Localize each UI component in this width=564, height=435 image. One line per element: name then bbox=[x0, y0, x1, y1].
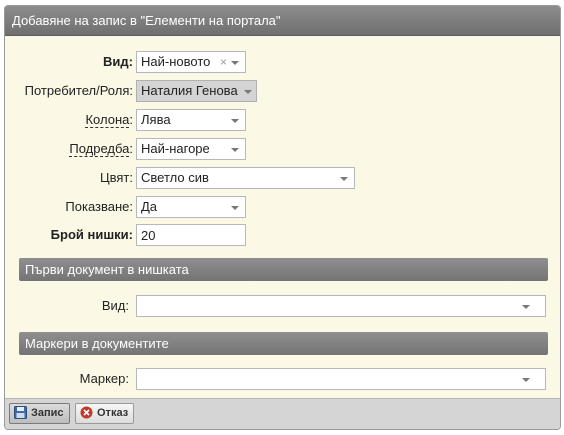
chevron-down-icon bbox=[231, 206, 239, 210]
user-role-value: Наталия Генова bbox=[141, 83, 238, 98]
broy-nishki-label: Брой нишки: bbox=[50, 227, 133, 242]
save-button[interactable]: Запис bbox=[9, 403, 70, 424]
dialog-footer: Запис Отказ bbox=[5, 398, 560, 429]
cancel-button[interactable]: Отказ bbox=[75, 403, 135, 426]
chevron-down-icon bbox=[522, 378, 530, 382]
cvyat-row: Цвят: bbox=[5, 167, 133, 189]
add-record-dialog: Добавяне на запис в "Елементи на портала… bbox=[4, 5, 561, 430]
chevron-down-icon bbox=[340, 177, 348, 181]
kolona-select[interactable]: Лява bbox=[136, 109, 246, 131]
chevron-down-icon bbox=[231, 61, 239, 65]
pokazvane-label: Показване: bbox=[65, 199, 133, 214]
pokazvane-value: Да bbox=[141, 199, 158, 214]
kolona-colon: : bbox=[129, 112, 133, 127]
save-label: Запис bbox=[31, 407, 64, 419]
first-doc-vid-row: Вид: bbox=[5, 295, 129, 317]
clear-icon[interactable]: × bbox=[220, 52, 227, 72]
cvyat-label: Цвят: bbox=[100, 170, 133, 185]
user-role-select[interactable]: Наталия Генова bbox=[136, 80, 257, 102]
section-markers: Маркери в документите bbox=[19, 332, 548, 355]
floppy-disk-icon bbox=[14, 406, 27, 426]
first-doc-vid-select[interactable] bbox=[136, 295, 546, 317]
form-area: Вид: Най-новото × Потребител/Роля: Натал… bbox=[5, 36, 560, 398]
kolona-label[interactable]: Колона bbox=[85, 112, 130, 128]
dialog-title: Добавяне на запис в "Елементи на портала… bbox=[5, 6, 560, 36]
pokazvane-row: Показване: bbox=[5, 196, 133, 218]
vid-value: Най-новото bbox=[141, 54, 211, 69]
chevron-down-icon bbox=[522, 305, 530, 309]
pokazvane-select[interactable]: Да bbox=[136, 196, 246, 218]
chevron-down-icon bbox=[231, 119, 239, 123]
broy-nishki-row: Брой нишки: bbox=[5, 224, 133, 246]
cancel-circle-icon bbox=[80, 406, 93, 426]
podredba-row: Подредба: bbox=[5, 138, 133, 160]
chevron-down-icon bbox=[244, 90, 252, 94]
marker-row: Маркер: bbox=[5, 368, 129, 390]
marker-label: Маркер: bbox=[79, 371, 129, 386]
broy-nishki-input[interactable] bbox=[136, 224, 246, 246]
podredba-value: Най-нагоре bbox=[141, 141, 210, 156]
chevron-down-icon bbox=[231, 148, 239, 152]
kolona-row: Колона: bbox=[5, 109, 133, 131]
marker-select[interactable] bbox=[136, 368, 546, 390]
cvyat-select[interactable]: Светло сив bbox=[136, 167, 355, 189]
user-role-row: Потребител/Роля: bbox=[5, 80, 133, 102]
kolona-label-wrap: Колона: bbox=[5, 109, 133, 131]
vid-row: Вид: bbox=[5, 51, 133, 73]
podredba-label-wrap: Подредба: bbox=[5, 138, 133, 160]
cancel-label: Отказ bbox=[97, 407, 129, 419]
cvyat-value: Светло сив bbox=[141, 170, 209, 185]
section-first-document: Първи документ в нишката bbox=[19, 258, 548, 281]
first-doc-vid-label: Вид: bbox=[101, 298, 129, 313]
vid-select[interactable]: Най-новото × bbox=[136, 51, 246, 73]
user-role-label: Потребител/Роля: bbox=[24, 83, 133, 98]
podredba-select[interactable]: Най-нагоре bbox=[136, 138, 246, 160]
podredba-label[interactable]: Подредба bbox=[69, 141, 130, 157]
vid-label: Вид: bbox=[103, 54, 133, 69]
podredba-colon: : bbox=[129, 141, 133, 156]
kolona-value: Лява bbox=[141, 112, 171, 127]
